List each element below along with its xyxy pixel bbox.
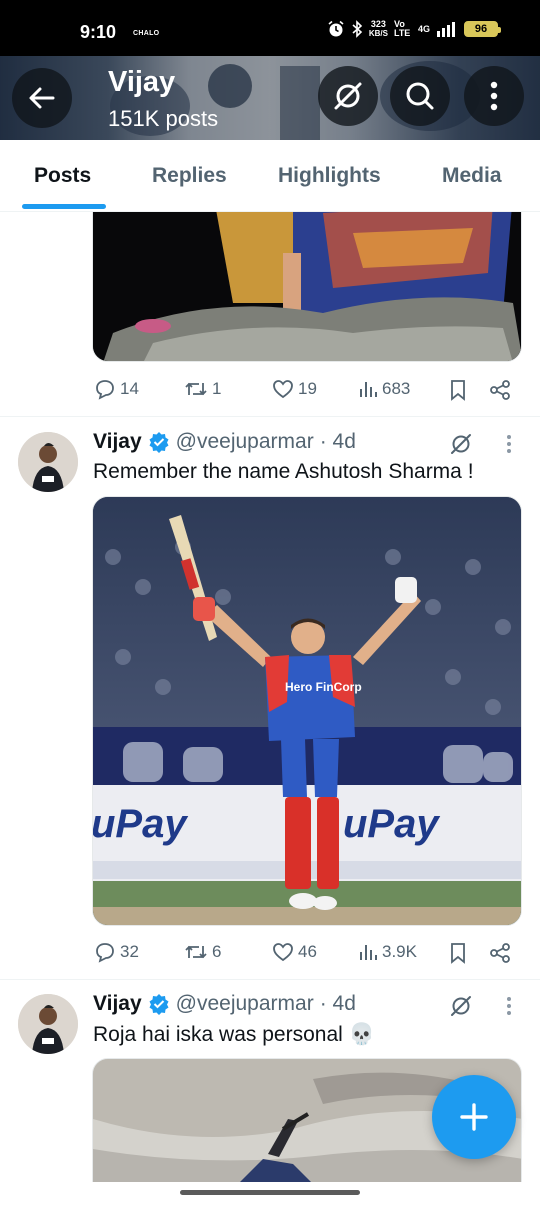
tweet-time: · 4d xyxy=(319,430,356,453)
grok-icon[interactable] xyxy=(449,432,473,456)
bookmark-icon[interactable] xyxy=(448,379,468,401)
author-handle[interactable]: @veejuparmar xyxy=(176,430,314,454)
status-bar: 9:10 CHALO 323 KB/S Vo LTE 4G 96 xyxy=(0,0,540,56)
profile-tabs: Posts Replies Highlights Media xyxy=(0,140,540,212)
tab-highlights[interactable]: Highlights xyxy=(278,164,381,188)
reply-button[interactable]: 32 xyxy=(94,941,139,963)
views-button[interactable]: 3.9K xyxy=(358,941,417,963)
posts-feed[interactable]: 14 1 19 683 Vijay @veejuparmar · 4d Reme… xyxy=(0,212,540,1182)
like-button[interactable]: 46 xyxy=(272,941,317,963)
views-count: 3.9K xyxy=(382,942,417,961)
banner-text-right: uPay xyxy=(343,802,440,846)
like-button[interactable]: 19 xyxy=(272,378,317,400)
more-vertical-icon[interactable] xyxy=(506,434,512,454)
heart-icon xyxy=(273,943,293,962)
battery-indicator: 96 xyxy=(464,21,501,37)
active-tab-indicator xyxy=(22,204,106,209)
back-button[interactable] xyxy=(12,68,72,128)
reply-button[interactable]: 14 xyxy=(94,378,139,400)
avatar[interactable] xyxy=(18,432,78,492)
tab-posts[interactable]: Posts xyxy=(34,164,91,188)
author-handle[interactable]: @veejuparmar xyxy=(176,992,314,1016)
repost-button[interactable]: 6 xyxy=(184,941,221,963)
views-icon xyxy=(360,945,377,960)
more-vertical-icon[interactable] xyxy=(506,996,512,1016)
views-icon xyxy=(360,382,377,397)
status-time: 9:10 xyxy=(80,22,117,42)
grok-icon[interactable] xyxy=(449,994,473,1018)
status-carrier: CHALO xyxy=(133,30,160,37)
more-options-button[interactable] xyxy=(464,66,524,126)
alarm-icon xyxy=(328,20,344,37)
post-count: 151K posts xyxy=(108,106,219,131)
tweet-divider xyxy=(0,979,540,980)
tweet-text: Remember the name Ashutosh Sharma ! xyxy=(93,460,474,483)
bluetooth-icon xyxy=(352,20,363,38)
arrow-left-icon xyxy=(29,87,55,109)
verified-badge-icon xyxy=(149,994,169,1015)
like-count: 19 xyxy=(298,379,317,398)
home-indicator[interactable] xyxy=(180,1190,360,1195)
repost-count: 1 xyxy=(212,379,222,398)
repost-count: 6 xyxy=(212,942,222,961)
repost-icon xyxy=(185,382,207,396)
plus-icon xyxy=(460,1103,488,1131)
reply-count: 14 xyxy=(120,379,139,398)
share-icon[interactable] xyxy=(489,379,511,401)
views-count: 683 xyxy=(382,379,411,398)
search-button[interactable] xyxy=(390,66,450,126)
skull-emoji: 💀 xyxy=(348,1023,375,1046)
repost-icon xyxy=(185,945,207,959)
tweet-text: Roja hai iska was personal 💀 xyxy=(93,1023,375,1046)
heart-icon xyxy=(273,380,293,399)
like-count: 46 xyxy=(298,942,317,961)
tweet-author-line: Vijay @veejuparmar · 4d xyxy=(93,430,356,454)
search-icon xyxy=(406,82,434,110)
tweet-time: · 4d xyxy=(319,992,356,1015)
more-vertical-icon xyxy=(490,81,498,111)
verified-badge-icon xyxy=(149,432,169,453)
profile-header: Vijay 151K posts xyxy=(0,56,540,140)
compose-button[interactable] xyxy=(432,1075,516,1159)
reply-count: 32 xyxy=(120,942,139,961)
grok-icon xyxy=(334,82,362,110)
grok-button[interactable] xyxy=(318,66,378,126)
tweet-divider xyxy=(0,416,540,417)
signal-icon xyxy=(437,22,455,37)
author-name[interactable]: Vijay xyxy=(93,992,142,1016)
volte-indicator: Vo LTE xyxy=(393,19,411,38)
reply-icon xyxy=(96,380,114,400)
repost-button[interactable]: 1 xyxy=(184,378,221,400)
banner-text-left: uPay xyxy=(93,802,188,846)
tab-media[interactable]: Media xyxy=(442,164,502,188)
tab-replies[interactable]: Replies xyxy=(152,164,227,188)
tweet-media-image[interactable] xyxy=(92,212,522,362)
tweet-media-image[interactable]: uPay uPay Hero FinCorp xyxy=(92,496,522,926)
views-button[interactable]: 683 xyxy=(358,378,410,400)
avatar[interactable] xyxy=(18,994,78,1054)
profile-name: Vijay xyxy=(108,66,176,98)
bookmark-icon[interactable] xyxy=(448,942,468,964)
net-speed: 323 KB/S xyxy=(368,19,388,39)
network-indicator: 4G xyxy=(417,24,430,34)
share-icon[interactable] xyxy=(489,942,511,964)
author-name[interactable]: Vijay xyxy=(93,430,142,454)
reply-icon xyxy=(96,943,114,963)
tweet-author-line: Vijay @veejuparmar · 4d xyxy=(93,992,356,1016)
jersey-text: Hero FinCorp xyxy=(285,680,362,694)
